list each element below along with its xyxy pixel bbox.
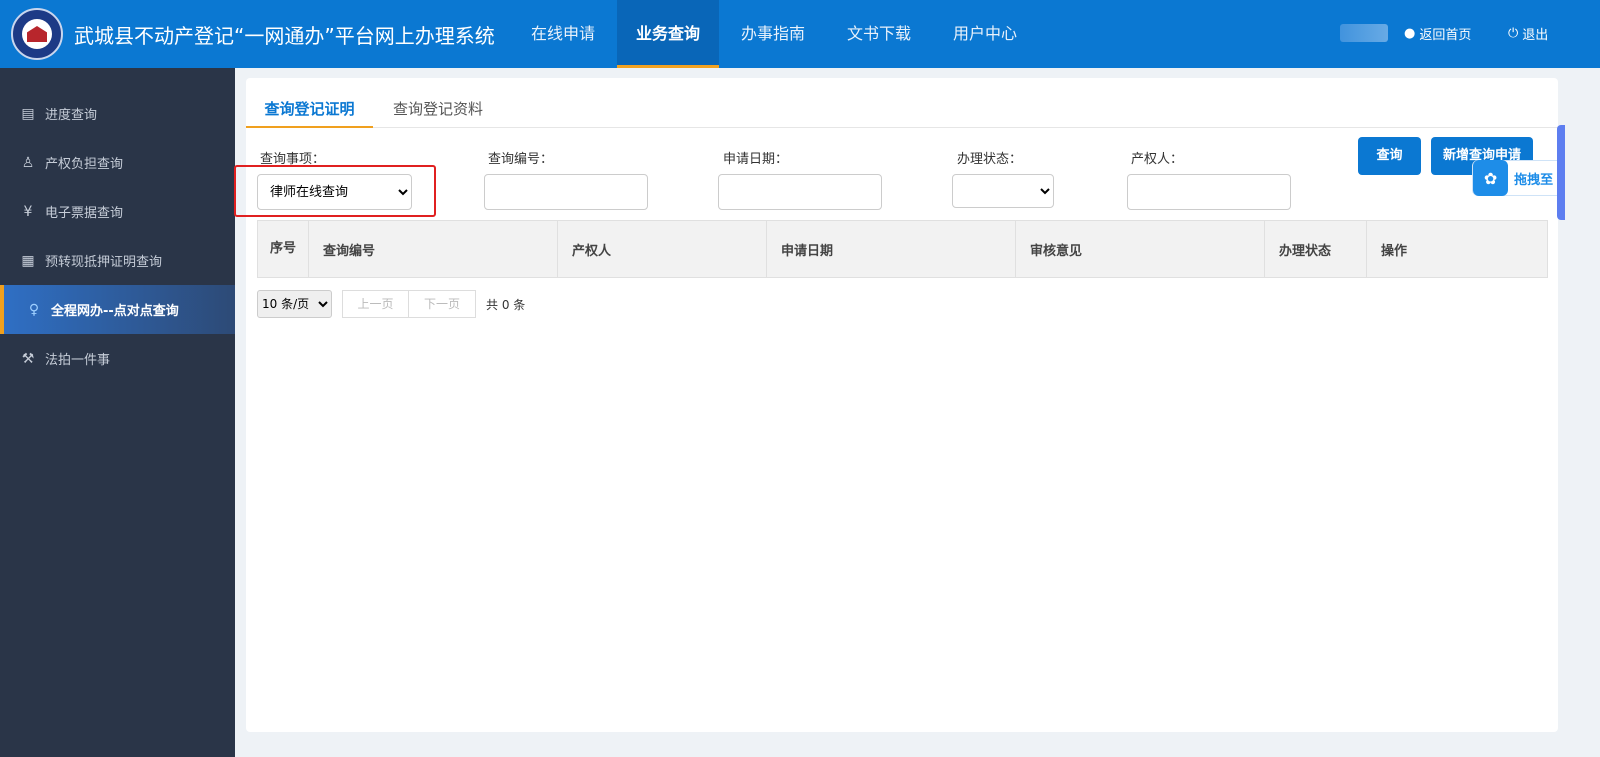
logo <box>11 8 63 60</box>
total-count: 共 0 条 <box>486 297 526 312</box>
col-query-no: 查询编号 <box>309 221 558 277</box>
certificate-icon: ▦ <box>21 252 35 269</box>
nav-business-query[interactable]: 业务查询 <box>617 0 720 68</box>
col-status: 办理状态 <box>1265 221 1367 277</box>
power-icon: ⏻ <box>1508 26 1519 41</box>
sidebar-item-judicial-auction[interactable]: ⚒ 法拍一件事 <box>0 334 235 383</box>
date-label: 申请日期： <box>723 152 789 167</box>
page-size-select[interactable]: 10 条/页 <box>257 290 332 318</box>
nav-online-apply[interactable]: 在线申请 <box>511 0 615 68</box>
cloud-icon: ✿ <box>1473 160 1509 196</box>
tab-registration-cert[interactable]: 查询登记证明 <box>246 98 373 128</box>
stamp-icon: ♙ <box>21 154 35 171</box>
sidebar-item-e-receipt[interactable]: ¥ 电子票据查询 <box>0 187 235 236</box>
globe-icon: ● <box>1404 26 1416 41</box>
status-select[interactable] <box>952 174 1054 208</box>
nav-guide[interactable]: 办事指南 <box>721 0 825 68</box>
sidebar-item-mortgage-cert[interactable]: ▦ 预转现抵押证明查询 <box>0 236 235 285</box>
owner-label: 产权人： <box>1131 152 1184 167</box>
nav-downloads[interactable]: 文书下载 <box>827 0 931 68</box>
user-name-blurred <box>1340 24 1388 42</box>
gavel-icon: ⚒ <box>21 350 35 367</box>
tabs: 查询登记证明 查询登记资料 <box>246 78 1558 128</box>
header: 武城县不动产登记“一网通办”平台网上办理系统 在线申请 业务查询 办事指南 文书… <box>0 0 1600 68</box>
col-actions: 操作 <box>1381 243 1408 259</box>
logout-link[interactable]: ⏻ 退出 <box>1508 24 1548 43</box>
sidebar-item-p2p-query[interactable]: ♀ 全程网办--点对点查询 <box>0 285 235 334</box>
tab-registration-data[interactable]: 查询登记资料 <box>393 98 483 119</box>
user-icon: ♀ <box>28 301 40 318</box>
yuan-receipt-icon: ¥ <box>23 203 33 220</box>
col-owner: 产权人 <box>558 221 767 277</box>
highlight-box <box>234 165 436 217</box>
col-apply-date: 申请日期 <box>767 221 1016 277</box>
apply-date-input[interactable] <box>718 174 882 210</box>
query-no-label: 查询编号： <box>488 152 554 167</box>
col-index: 序号 <box>258 221 309 277</box>
app-title: 武城县不动产登记“一网通办”平台网上办理系统 <box>74 24 495 48</box>
results-table: 序号 查询编号 产权人 申请日期 审核意见 办理状态 操作 <box>257 220 1548 278</box>
home-link[interactable]: ● 返回首页 <box>1404 24 1471 43</box>
query-no-input[interactable] <box>484 174 648 210</box>
search-button[interactable]: 查询 <box>1358 137 1421 175</box>
drag-widget[interactable]: ✿ 拖拽至 <box>1472 160 1562 196</box>
sidebar-item-encumbrance[interactable]: ♙ 产权负担查询 <box>0 138 235 187</box>
prev-page-button[interactable]: 上一页 <box>343 291 409 317</box>
col-review: 审核意见 <box>1016 221 1265 277</box>
sidebar: ▤ 进度查询 ♙ 产权负担查询 ¥ 电子票据查询 ▦ 预转现抵押证明查询 ♀ 全程网办--… <box>0 68 235 757</box>
owner-input[interactable] <box>1127 174 1291 210</box>
document-search-icon: ▤ <box>21 105 35 122</box>
status-label: 办理状态： <box>957 152 1023 167</box>
next-page-button[interactable]: 下一页 <box>409 291 475 317</box>
main-card: 查询登记证明 查询登记资料 查询事项： 律师在线查询 查询编号： 申请日期： 办… <box>246 78 1558 732</box>
top-nav: 在线申请 业务查询 办事指南 文书下载 用户中心 <box>510 0 1038 68</box>
sidebar-item-progress[interactable]: ▤ 进度查询 <box>0 89 235 138</box>
pagination: 10 条/页 上一页 下一页 共 0 条 <box>257 290 525 318</box>
side-handle[interactable] <box>1557 125 1565 220</box>
nav-user-center[interactable]: 用户中心 <box>933 0 1037 68</box>
